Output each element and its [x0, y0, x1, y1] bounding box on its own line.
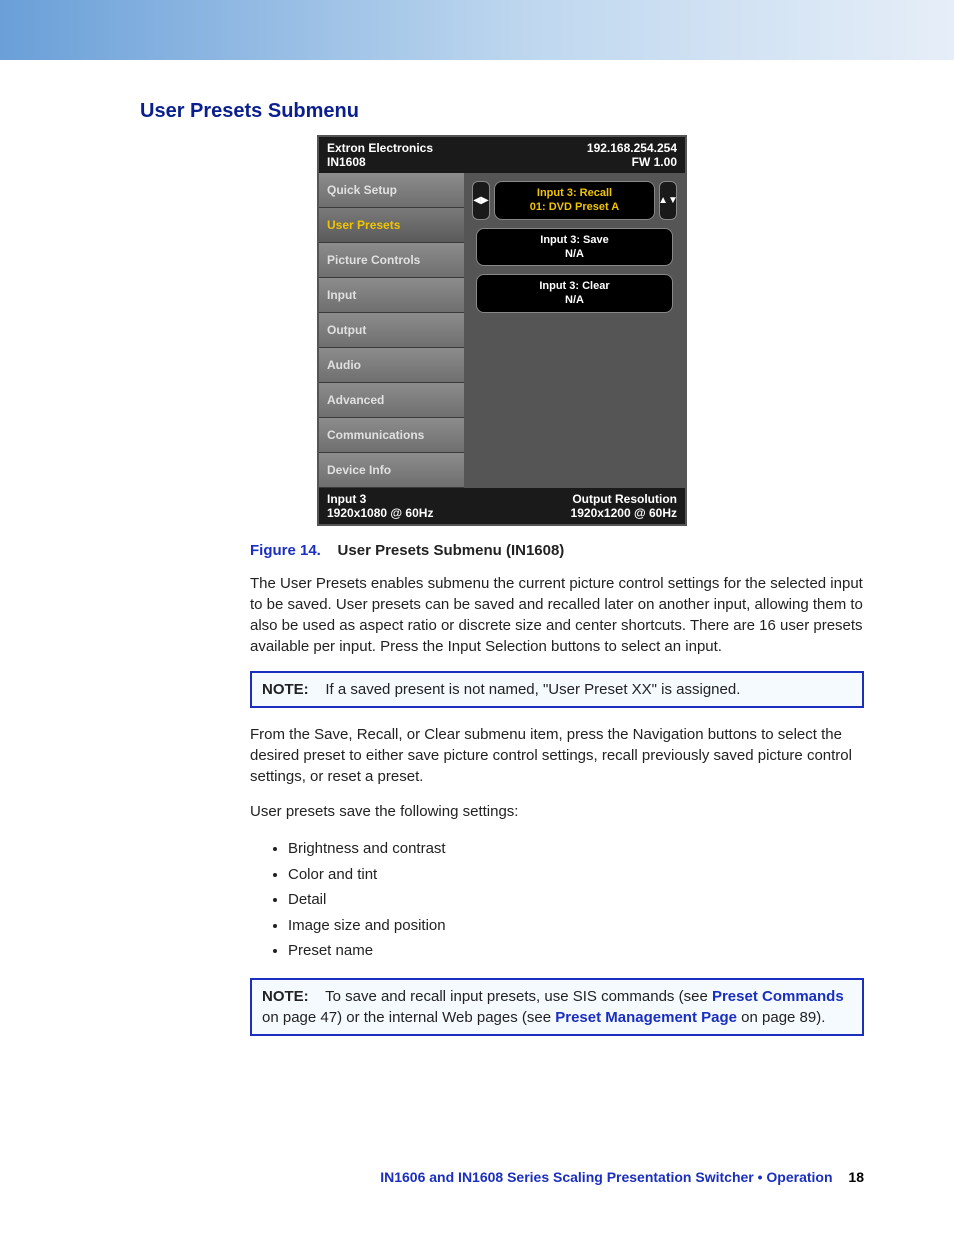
menu-item-advanced[interactable]: Advanced: [319, 383, 464, 418]
nav-up-down-icon[interactable]: ▲▼: [659, 181, 677, 220]
preset-clear-pill[interactable]: Input 3: Clear N/A: [476, 274, 673, 313]
footer-title: IN1606 and IN1608 Series Scaling Present…: [380, 1169, 832, 1185]
device-fw: FW 1.00: [587, 155, 677, 169]
device-ip: 192.168.254.254: [587, 141, 677, 155]
figure-title: User Presets Submenu (IN1608): [338, 542, 565, 559]
bullet-item: Preset name: [288, 938, 864, 964]
menu-item-user-presets[interactable]: User Presets: [319, 208, 464, 243]
paragraph-2: From the Save, Recall, or Clear submenu …: [250, 724, 864, 787]
menu-item-output[interactable]: Output: [319, 313, 464, 348]
clear-line2: N/A: [483, 293, 666, 307]
bullet-item: Detail: [288, 887, 864, 913]
device-menu: Quick Setup User Presets Picture Control…: [319, 173, 464, 488]
note2-text2: on page 47) or the internal Web pages (s…: [262, 1009, 555, 1026]
device-footer: Input 3 1920x1080 @ 60Hz Output Resoluti…: [319, 488, 685, 524]
bullet-item: Color and tint: [288, 862, 864, 888]
note-box-2: NOTE: To save and recall input presets, …: [250, 978, 864, 1036]
device-screenshot: Extron Electronics IN1608 192.168.254.25…: [317, 135, 687, 526]
menu-item-picture-controls[interactable]: Picture Controls: [319, 243, 464, 278]
page-top-bar: [0, 0, 954, 60]
figure-caption: Figure 14. User Presets Submenu (IN1608): [250, 542, 864, 559]
clear-line1: Input 3: Clear: [483, 279, 666, 293]
nav-left-right-icon[interactable]: ◀▶: [472, 181, 490, 220]
footer-input-res: 1920x1080 @ 60Hz: [327, 506, 433, 520]
recall-line2: 01: DVD Preset A: [501, 200, 648, 214]
footer-page-number: 18: [848, 1169, 864, 1185]
note-label: NOTE:: [262, 681, 309, 698]
paragraph-1: The User Presets enables submenu the cur…: [250, 573, 864, 657]
note2-text1: To save and recall input presets, use SI…: [325, 988, 712, 1005]
recall-line1: Input 3: Recall: [501, 186, 648, 200]
preset-recall-pill[interactable]: Input 3: Recall 01: DVD Preset A: [494, 181, 655, 220]
note-box-1: NOTE: If a saved present is not named, "…: [250, 671, 864, 708]
device-model: IN1608: [327, 155, 433, 169]
device-header: Extron Electronics IN1608 192.168.254.25…: [319, 137, 685, 173]
save-line1: Input 3: Save: [483, 233, 666, 247]
note1-text: If a saved present is not named, "User P…: [325, 681, 740, 698]
figure-number: Figure 14.: [250, 542, 321, 559]
link-preset-commands[interactable]: Preset Commands: [712, 988, 844, 1005]
note2-text3: on page 89).: [741, 1009, 825, 1026]
device-pane: ◀▶ Input 3: Recall 01: DVD Preset A ▲▼ I…: [464, 173, 685, 488]
save-line2: N/A: [483, 247, 666, 261]
footer-output-label: Output Resolution: [571, 492, 677, 506]
menu-item-audio[interactable]: Audio: [319, 348, 464, 383]
link-preset-management-page[interactable]: Preset Management Page: [555, 1009, 737, 1026]
menu-item-communications[interactable]: Communications: [319, 418, 464, 453]
bullet-item: Image size and position: [288, 913, 864, 939]
menu-item-device-info[interactable]: Device Info: [319, 453, 464, 488]
device-brand: Extron Electronics: [327, 141, 433, 155]
footer-output-res: 1920x1200 @ 60Hz: [571, 506, 677, 520]
menu-item-quick-setup[interactable]: Quick Setup: [319, 173, 464, 208]
bullet-item: Brightness and contrast: [288, 836, 864, 862]
section-heading: User Presets Submenu: [140, 100, 864, 123]
page-footer: IN1606 and IN1608 Series Scaling Present…: [0, 1169, 954, 1185]
paragraph-3: User presets save the following settings…: [250, 801, 864, 822]
menu-item-input[interactable]: Input: [319, 278, 464, 313]
footer-input-label: Input 3: [327, 492, 433, 506]
preset-save-pill[interactable]: Input 3: Save N/A: [476, 228, 673, 267]
settings-bullets: Brightness and contrast Color and tint D…: [270, 836, 864, 964]
note-label: NOTE:: [262, 988, 309, 1005]
